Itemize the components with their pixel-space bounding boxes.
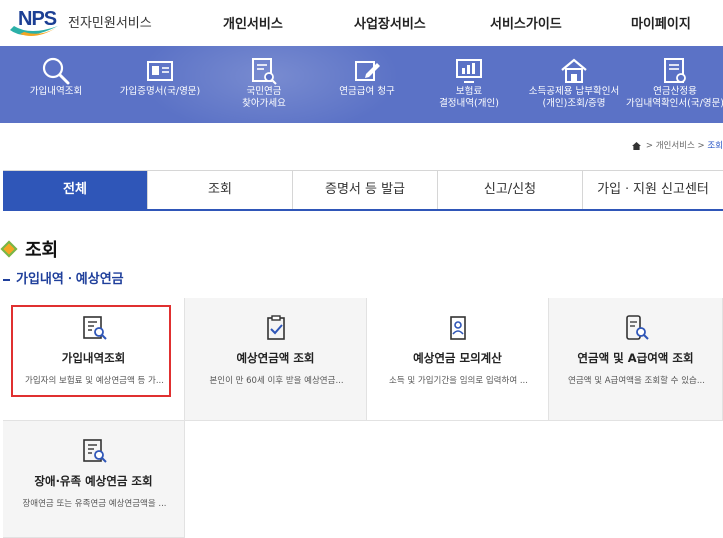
card-title: 가입내역조회 <box>61 351 126 365</box>
quick-menu-bar: 가입내역조회 가입증명서(국/영문) 국민연금 찾아가세요 연금급여 청구 보험… <box>0 46 723 123</box>
nav-business-service[interactable]: 사업장서비스 <box>354 13 426 32</box>
tab-inquiry[interactable]: 조회 <box>148 171 293 209</box>
quick-item-certificate[interactable]: 가입증명서(국/영문) <box>110 46 210 123</box>
search-magnifier-icon <box>42 57 70 85</box>
certificate-card-icon <box>147 61 173 81</box>
card-description: 본인이 만 60세 이후 받을 예상연금... <box>209 376 344 386</box>
card-subscription-history[interactable]: 가입내역조회 가입자의 보험료 및 예상연금액 등 가... <box>3 298 185 421</box>
site-logo[interactable]: NPS 전자민원서비스 <box>6 4 156 40</box>
diamond-bullet-icon <box>0 240 18 258</box>
nav-personal-service[interactable]: 개인서비스 <box>223 13 283 32</box>
document-person-icon <box>664 58 686 83</box>
card-description: 가입자의 보험료 및 예상연금액 등 가... <box>25 376 164 386</box>
category-tabs: 전체 조회 증명서 등 발급 신고/신청 가입ㆍ지원 신고센터 <box>3 170 723 211</box>
dash-bullet-icon <box>3 278 10 281</box>
monitor-chart-icon <box>456 59 482 83</box>
card-pension-a-benefit[interactable]: 연금액 및 A급여액 조회 연금액 및 A급여액을 조회할 수 있습... <box>549 298 723 421</box>
house-certificate-icon <box>561 58 587 83</box>
quick-item-label: 보험료 결정내역(개인) <box>439 86 499 109</box>
quick-item-benefit-claim[interactable]: 연금급여 청구 <box>322 46 412 123</box>
clipboard-check-icon <box>266 315 285 340</box>
mobile-search-icon <box>625 315 649 340</box>
id-card-icon <box>449 316 466 340</box>
quick-item-label: 소득공제용 납부확인서 (개인)조회/증명 <box>528 86 620 109</box>
header: NPS 전자민원서비스 개인서비스 사업장서비스 서비스가이드 마이페이지 <box>0 0 723 47</box>
home-icon[interactable] <box>632 141 642 150</box>
quick-item-payment-confirmation[interactable]: 소득공제용 납부확인서 (개인)조회/증명 <box>520 46 628 123</box>
tab-certificate-issue[interactable]: 증명서 등 발급 <box>293 171 438 209</box>
card-expected-pension[interactable]: 예상연금액 조회 본인이 만 60세 이후 받을 예상연금... <box>185 298 367 421</box>
service-card-grid: 가입내역조회 가입자의 보험료 및 예상연금액 등 가... 예상연금액 조회 … <box>3 298 723 538</box>
breadcrumb-separator: > <box>697 141 705 151</box>
card-description: 장애연금 또는 유족연금 예상연금액을 ... <box>22 499 167 509</box>
breadcrumb-current[interactable]: 조회 <box>707 141 723 151</box>
quick-item-find-pension[interactable]: 국민연금 찾아가세요 <box>222 46 306 123</box>
section-title-text: 조회 <box>25 240 59 261</box>
pen-document-icon <box>355 61 380 81</box>
quick-item-pension-calc-history[interactable]: 연금산정용 가입내역확인서(국/영문) <box>622 46 723 123</box>
quick-item-label: 가입내역조회 <box>29 86 83 97</box>
breadcrumb-separator: > <box>645 141 654 151</box>
document-search-icon <box>252 58 277 85</box>
card-title: 연금액 및 A급여액 조회 <box>577 351 694 365</box>
nav-my-page[interactable]: 마이페이지 <box>631 13 691 32</box>
card-title: 예상연금액 조회 <box>236 351 315 365</box>
card-description: 소득 및 가입기간을 임의로 입력하여 ... <box>389 376 528 386</box>
breadcrumb: > 개인서비스 > 조회 <box>632 139 723 151</box>
logo-text: 전자민원서비스 <box>68 16 152 31</box>
document-search-icon <box>82 316 107 340</box>
card-title: 예상연금 모의계산 <box>413 351 502 365</box>
document-search-icon <box>82 439 107 463</box>
quick-item-premium-decision[interactable]: 보험료 결정내역(개인) <box>424 46 514 123</box>
tab-all[interactable]: 전체 <box>3 171 148 209</box>
logo-brand: NPS <box>18 8 57 30</box>
quick-item-label: 연금급여 청구 <box>339 86 395 97</box>
card-pension-simulation[interactable]: 예상연금 모의계산 소득 및 가입기간을 임의로 입력하여 ... <box>367 298 549 421</box>
quick-item-label: 가입증명서(국/영문) <box>119 86 201 97</box>
card-disability-survivor-pension[interactable]: 장애·유족 예상연금 조회 장애연금 또는 유족연금 예상연금액을 ... <box>3 421 185 538</box>
tab-report-apply[interactable]: 신고/신청 <box>438 171 583 209</box>
quick-item-label: 국민연금 찾아가세요 <box>242 86 286 109</box>
nav-service-guide[interactable]: 서비스가이드 <box>490 13 562 32</box>
quick-item-subscription-history[interactable]: 가입내역조회 <box>14 46 98 123</box>
quick-item-label: 연금산정용 가입내역확인서(국/영문) <box>625 86 723 109</box>
section-title: 조회 <box>0 236 59 262</box>
breadcrumb-personal-service[interactable]: 개인서비스 <box>656 141 695 151</box>
tab-subscription-support-center[interactable]: 가입ㆍ지원 신고센터 <box>583 171 723 209</box>
section-subtitle: 가입내역ㆍ예상연금 <box>3 268 124 287</box>
card-description: 연금액 및 A급여액을 조회할 수 있습... <box>568 376 705 386</box>
section-subtitle-text: 가입내역ㆍ예상연금 <box>16 272 124 287</box>
card-title: 장애·유족 예상연금 조회 <box>34 474 153 488</box>
